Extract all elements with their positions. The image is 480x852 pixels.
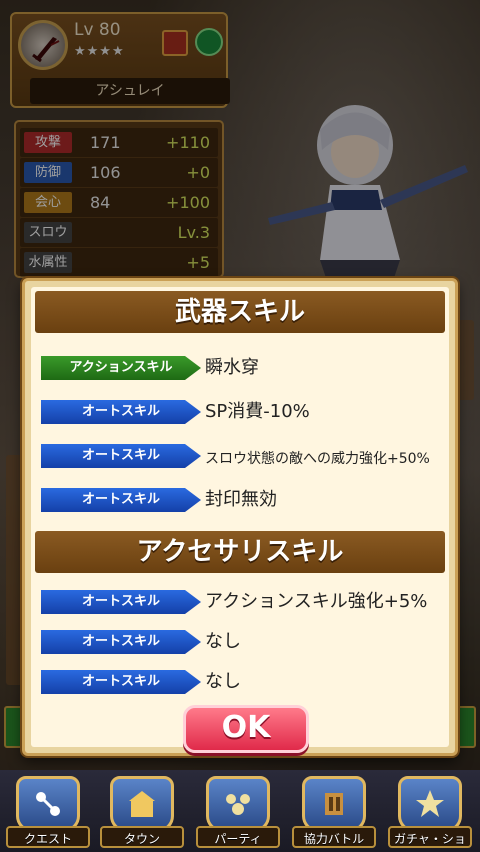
bottom-nav: クエスト タウン パーティ 協力バトル ガチャ・ショップ — [0, 770, 480, 852]
nav-label: タウン — [100, 826, 184, 848]
nav-label: パーティ — [196, 826, 280, 848]
nav-label: 協力バトル — [292, 826, 376, 848]
skill-type-tag: アクションスキル — [41, 356, 201, 380]
skill-text: なし — [205, 631, 241, 652]
skill-row: オートスキル なし — [31, 667, 449, 697]
skill-type-tag: オートスキル — [41, 670, 201, 694]
skill-type-tag: オートスキル — [41, 630, 201, 654]
party-icon — [206, 776, 270, 832]
nav-label: ガチャ・ショップ — [388, 826, 472, 848]
nav-gacha-shop[interactable]: ガチャ・ショップ — [388, 776, 472, 848]
skill-row: オートスキル スロウ状態の敵への威力強化+50% — [31, 441, 449, 471]
skill-row: オートスキル 封印無効 — [31, 485, 449, 515]
skill-modal: 武器スキル アクションスキル 瞬水穿 オートスキル SP消費-10% オートスキ… — [22, 278, 458, 756]
accessory-skill-header: アクセサリスキル — [35, 531, 445, 573]
skill-type-tag: オートスキル — [41, 444, 201, 468]
nav-quest[interactable]: クエスト — [6, 776, 90, 848]
nav-coop-battle[interactable]: 協力バトル — [292, 776, 376, 848]
quest-icon — [16, 776, 80, 832]
skill-type-tag: オートスキル — [41, 488, 201, 512]
skill-row: オートスキル なし — [31, 627, 449, 657]
ok-button[interactable]: OK — [183, 705, 309, 753]
skill-row: オートスキル SP消費-10% — [31, 397, 449, 427]
skill-text: スロウ状態の敵への威力強化+50% — [205, 451, 430, 467]
nav-town[interactable]: タウン — [100, 776, 184, 848]
skill-text: なし — [205, 671, 241, 692]
skill-text: SP消費-10% — [205, 401, 310, 422]
gacha-shop-icon — [398, 776, 462, 832]
skill-row: アクションスキル 瞬水穿 — [31, 353, 449, 383]
skill-text: アクションスキル強化+5% — [205, 591, 428, 612]
skill-text: 封印無効 — [205, 489, 277, 510]
skill-type-tag: オートスキル — [41, 590, 201, 614]
skill-row: オートスキル アクションスキル強化+5% — [31, 587, 449, 617]
nav-label: クエスト — [6, 826, 90, 848]
weapon-skill-header: 武器スキル — [35, 291, 445, 333]
modal-body: 武器スキル アクションスキル 瞬水穿 オートスキル SP消費-10% オートスキ… — [31, 287, 449, 753]
nav-party[interactable]: パーティ — [196, 776, 280, 848]
skill-type-tag: オートスキル — [41, 400, 201, 424]
town-icon — [110, 776, 174, 832]
coop-battle-icon — [302, 776, 366, 832]
skill-text: 瞬水穿 — [205, 357, 259, 378]
